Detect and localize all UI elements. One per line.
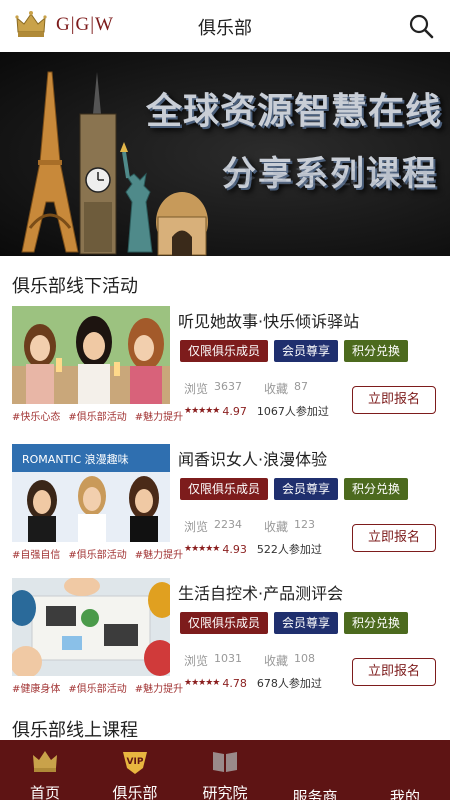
book-icon xyxy=(213,752,237,772)
nav-service[interactable]: 服务商 xyxy=(270,740,360,800)
activity-title[interactable]: 生活自控术·产品测评会 xyxy=(178,580,343,604)
tag[interactable]: #快乐心态 xyxy=(12,408,60,423)
badge-row: 仅限俱乐成员 会员尊享 积分兑换 xyxy=(180,340,409,362)
activity-tags: #自强自信 #俱乐部活动 #魅力提升 xyxy=(12,546,183,561)
views-label: 浏览 xyxy=(184,520,209,534)
rating-score: 4.78 xyxy=(222,676,247,690)
rating-stars: ★★★★★ xyxy=(184,678,220,688)
participants-count: 522 xyxy=(256,542,278,556)
badge-row: 仅限俱乐成员 会员尊享 积分兑换 xyxy=(180,612,409,634)
course-banner[interactable]: 全球资源智慧在线 分享系列课程 分享系列课程 xyxy=(0,52,450,256)
activity-card[interactable]: #健康身体 #俱乐部活动 #魅力提升 生活自控术·产品测评会 仅限俱乐成员 会员… xyxy=(0,578,450,708)
nav-home[interactable]: 首页 xyxy=(0,740,90,800)
nav-home-label: 首页 xyxy=(29,784,60,800)
nav-research[interactable]: 研究院 xyxy=(180,740,270,800)
participants-suffix: 人参加过 xyxy=(277,543,322,556)
participants-suffix: 人参加过 xyxy=(284,405,329,418)
top-header: G|G|W 俱乐部 xyxy=(0,0,450,52)
tag[interactable]: #魅力提升 xyxy=(135,680,183,695)
member-exclusive-badge: 会员尊享 xyxy=(274,478,339,500)
member-exclusive-badge: 会员尊享 xyxy=(274,612,339,634)
activity-image xyxy=(12,306,170,404)
online-courses-title: 俱乐部线上课程 xyxy=(12,720,138,741)
nav-research-label: 研究院 xyxy=(202,784,248,800)
activity-tags: #健康身体 #俱乐部活动 #魅力提升 xyxy=(12,680,183,695)
points-redeem-badge: 积分兑换 xyxy=(344,612,409,634)
activity-rating: ★★★★★ 4.93 522 人参加过 xyxy=(184,541,322,557)
activity-title[interactable]: 听见她故事·快乐倾诉驿站 xyxy=(178,308,359,332)
activity-image xyxy=(12,578,170,676)
badge-row: 仅限俱乐成员 会员尊享 积分兑换 xyxy=(180,478,409,500)
participants-suffix: 人参加过 xyxy=(277,677,322,690)
banner-reflection: 分享系列课程 xyxy=(222,163,438,188)
signup-button[interactable]: 立即报名 xyxy=(352,658,436,686)
page-title: 俱乐部 xyxy=(198,18,252,39)
favorites-label: 收藏 xyxy=(264,654,289,668)
activity-card[interactable]: ROMANTIC 浪漫趣味 #自强自信 #俱乐部活动 #魅力提升 闻香识女人·浪… xyxy=(0,444,450,574)
rating-stars: ★★★★★ xyxy=(184,406,220,416)
views-count: 2234 xyxy=(214,518,243,531)
activity-tags: #快乐心态 #俱乐部活动 #魅力提升 xyxy=(12,408,183,423)
vip-badge-text: VIP xyxy=(127,757,144,767)
member-exclusive-badge: 会员尊享 xyxy=(274,340,339,362)
participants-count: 678 xyxy=(256,676,278,690)
favorites-count: 123 xyxy=(294,518,316,531)
crown-icon xyxy=(33,751,57,772)
rating-score: 4.97 xyxy=(222,404,247,418)
rating-score: 4.93 xyxy=(222,542,247,556)
points-redeem-badge: 积分兑换 xyxy=(344,478,409,500)
vip-icon: VIP xyxy=(123,752,147,774)
offline-activities-title: 俱乐部线下活动 xyxy=(12,276,138,297)
favorites-count: 87 xyxy=(294,380,309,393)
tag[interactable]: #俱乐部活动 xyxy=(68,408,126,423)
image-shop-sign: ROMANTIC 浪漫趣味 xyxy=(22,452,129,466)
favorites-label: 收藏 xyxy=(264,382,289,396)
signup-button[interactable]: 立即报名 xyxy=(352,386,436,414)
views-label: 浏览 xyxy=(184,382,209,396)
tag[interactable]: #健康身体 xyxy=(12,680,60,695)
favorites-label: 收藏 xyxy=(264,520,289,534)
tag[interactable]: #自强自信 xyxy=(12,546,60,561)
members-only-badge: 仅限俱乐成员 xyxy=(180,478,269,500)
banner-headline: 全球资源智慧在线 xyxy=(146,91,443,132)
activity-stats: 浏览 3637 收藏 87 xyxy=(184,380,330,397)
points-redeem-badge: 积分兑换 xyxy=(344,340,409,362)
views-label: 浏览 xyxy=(184,654,209,668)
signup-button[interactable]: 立即报名 xyxy=(352,524,436,552)
activity-stats: 浏览 1031 收藏 108 xyxy=(184,652,337,669)
nav-service-label: 服务商 xyxy=(292,788,338,800)
activity-card[interactable]: #快乐心态 #俱乐部活动 #魅力提升 听见她故事·快乐倾诉驿站 仅限俱乐成员 会… xyxy=(0,306,450,436)
members-only-badge: 仅限俱乐成员 xyxy=(180,612,269,634)
search-icon[interactable] xyxy=(408,13,434,39)
rating-stars: ★★★★★ xyxy=(184,544,220,554)
participants-count: 1067 xyxy=(256,404,285,418)
activity-stats: 浏览 2234 收藏 123 xyxy=(184,518,337,535)
activity-image: ROMANTIC 浪漫趣味 xyxy=(12,444,170,542)
tag[interactable]: #魅力提升 xyxy=(135,546,183,561)
activity-rating: ★★★★★ 4.97 1067 人参加过 xyxy=(184,403,329,419)
activity-rating: ★★★★★ 4.78 678 人参加过 xyxy=(184,675,322,691)
tag[interactable]: #魅力提升 xyxy=(135,408,183,423)
tag[interactable]: #俱乐部活动 xyxy=(68,680,126,695)
bottom-navigation: 首页 VIP 俱乐部 研究院 服务商 我的 xyxy=(0,740,450,800)
nav-club[interactable]: VIP 俱乐部 xyxy=(90,740,180,800)
favorites-count: 108 xyxy=(294,652,316,665)
tag[interactable]: #俱乐部活动 xyxy=(68,546,126,561)
nav-mine[interactable]: 我的 xyxy=(360,740,450,800)
members-only-badge: 仅限俱乐成员 xyxy=(180,340,269,362)
nav-mine-label: 我的 xyxy=(389,788,420,800)
views-count: 1031 xyxy=(214,652,243,665)
activity-title[interactable]: 闻香识女人·浪漫体验 xyxy=(178,446,327,470)
nav-club-label: 俱乐部 xyxy=(112,784,158,800)
views-count: 3637 xyxy=(214,380,243,393)
